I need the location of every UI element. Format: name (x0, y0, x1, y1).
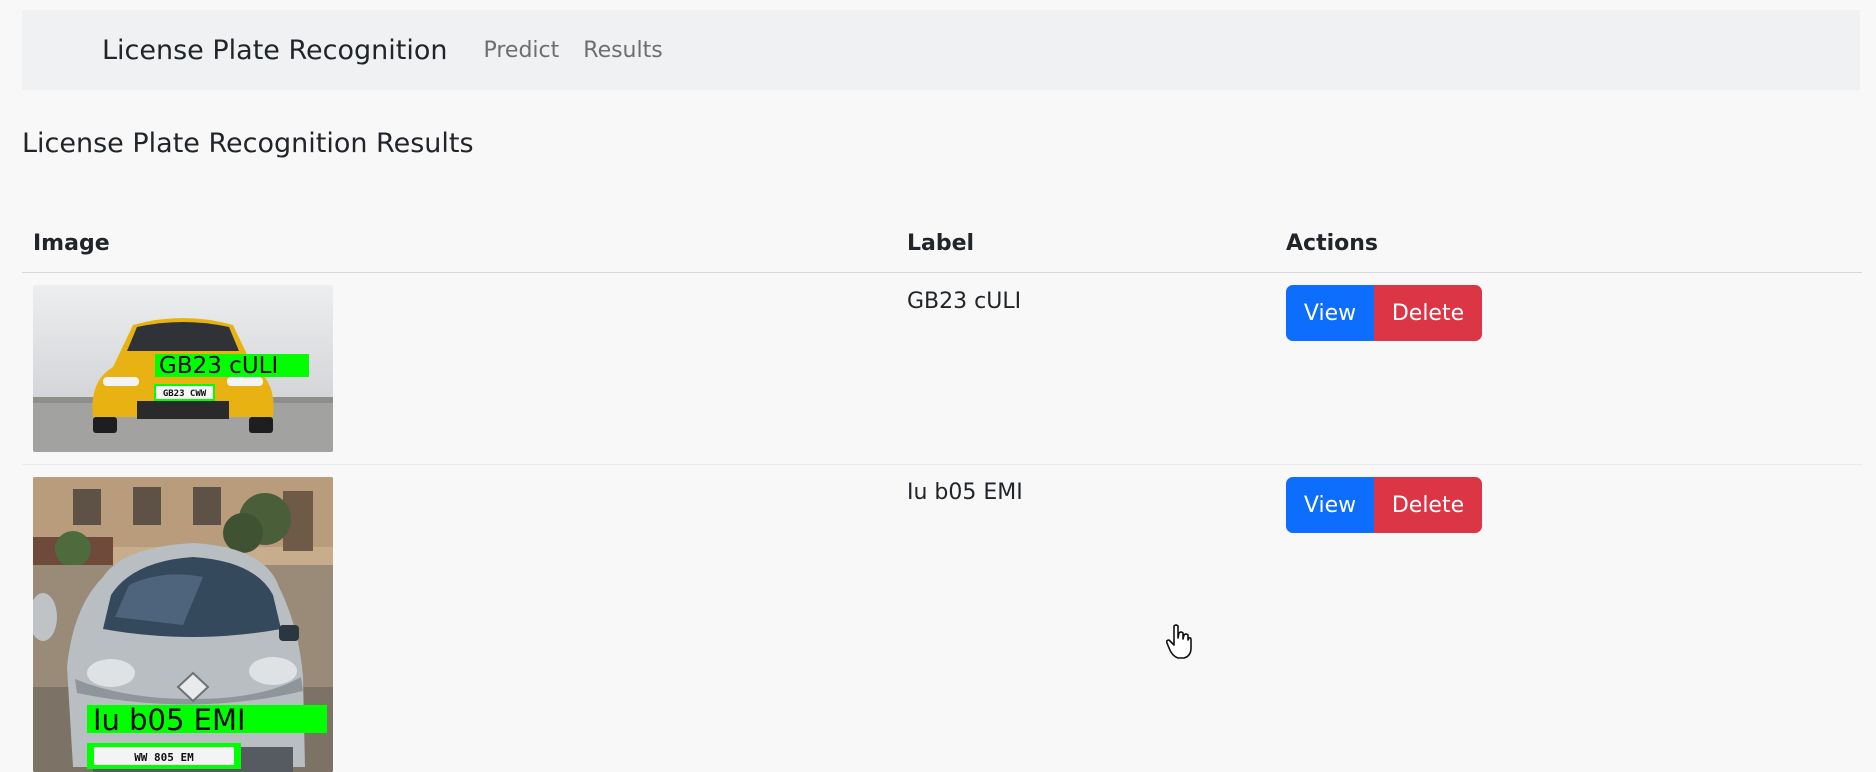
detection-overlay-text: GB23 cULI (159, 353, 278, 379)
delete-button[interactable]: Delete (1374, 285, 1482, 341)
delete-button[interactable]: Delete (1374, 477, 1482, 533)
header-divider (22, 272, 1862, 273)
result-label: GB23 cULI (907, 289, 1022, 314)
hand-cursor-icon (1166, 624, 1192, 659)
column-header-image: Image (33, 231, 110, 256)
row-actions: View Delete (1286, 285, 1482, 341)
plate-text: WW 805 EM (134, 751, 194, 764)
nav-link-predict[interactable]: Predict (483, 38, 559, 63)
car-photo-silver: WW 805 EM Iu b05 EMI (33, 477, 333, 772)
row-actions: View Delete (1286, 477, 1482, 533)
result-image[interactable]: GB23 CWW GB23 cULI (33, 285, 333, 452)
view-button[interactable]: View (1286, 285, 1374, 341)
result-label: Iu b05 EMI (907, 480, 1023, 505)
navbar-brand[interactable]: License Plate Recognition (102, 35, 447, 66)
detection-overlay-text: Iu b05 EMI (93, 703, 246, 737)
page-title: License Plate Recognition Results (22, 128, 474, 159)
row-divider (22, 464, 1862, 465)
nav-link-results[interactable]: Results (583, 38, 662, 63)
car-photo-yellow: GB23 CWW GB23 cULI (33, 285, 333, 452)
column-header-label: Label (907, 231, 975, 256)
navbar: License Plate Recognition Predict Result… (22, 10, 1860, 90)
column-header-actions: Actions (1286, 231, 1378, 256)
plate-text: GB23 CWW (163, 389, 207, 399)
view-button[interactable]: View (1286, 477, 1374, 533)
result-image[interactable]: WW 805 EM Iu b05 EMI (33, 477, 333, 772)
